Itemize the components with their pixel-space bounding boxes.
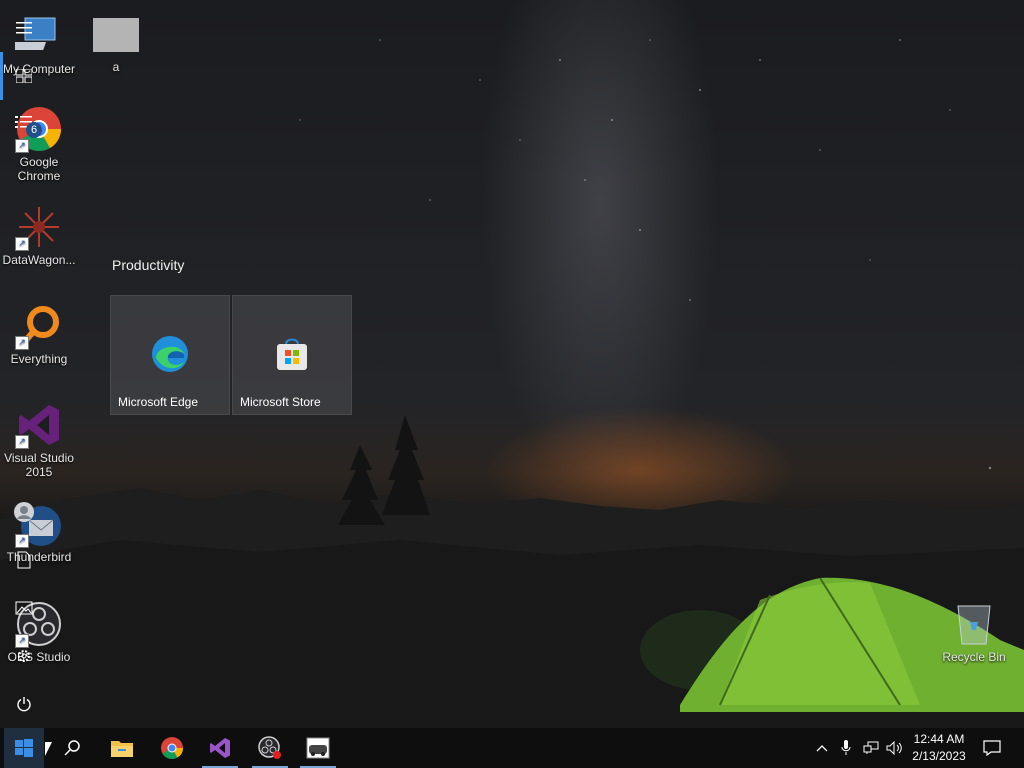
taskbar-clock[interactable]: 12:44 AM 2/13/2023: [904, 731, 974, 765]
tile-label: Microsoft Store: [240, 395, 321, 409]
action-center-button[interactable]: [978, 728, 1006, 768]
notification-badge: 6: [26, 122, 42, 138]
desktop-icon-recycle-bin[interactable]: Recycle Bin: [936, 600, 1012, 664]
taskbar-app[interactable]: [298, 728, 338, 768]
recycle-bin-icon: [950, 600, 998, 648]
file-explorer-icon: [111, 741, 133, 757]
speaker-icon: [886, 741, 902, 755]
documents-button[interactable]: [0, 538, 48, 582]
gear-icon: [18, 650, 30, 662]
pictures-button[interactable]: [0, 586, 48, 630]
search-icon: [64, 740, 80, 756]
settings-button[interactable]: [0, 634, 48, 678]
document-icon: [17, 551, 31, 569]
chevron-up-icon: [816, 745, 828, 752]
clock-time: 12:44 AM: [913, 732, 965, 746]
start-button[interactable]: [4, 728, 44, 768]
desktop-icon-label: a: [112, 60, 120, 74]
start-menu-rail: 6: [0, 0, 48, 728]
tiles-icon: [16, 69, 32, 83]
notification-icon: [983, 740, 1001, 756]
desktop-icon-a[interactable]: a: [78, 12, 154, 74]
tile-group-title[interactable]: Productivity: [112, 257, 184, 273]
taskbar-file-explorer[interactable]: [102, 728, 142, 768]
power-button[interactable]: [0, 682, 48, 726]
taskbar: 12:44 AM 2/13/2023: [0, 728, 1024, 768]
tiles-view-button[interactable]: [0, 54, 48, 98]
power-icon: [17, 697, 31, 712]
taskbar-chrome[interactable]: [152, 728, 192, 768]
file-icon: [93, 18, 139, 52]
clock-date: 2/13/2023: [912, 749, 966, 763]
chrome-icon: [161, 737, 183, 759]
network-icon: [863, 741, 879, 754]
account-button[interactable]: [0, 490, 48, 534]
mouse-cursor: [45, 742, 52, 756]
hamburger-icon: [16, 22, 32, 34]
user-avatar-icon: [14, 502, 34, 522]
network-button[interactable]: [860, 728, 882, 768]
store-icon: [272, 334, 312, 374]
tile-microsoft-store[interactable]: Microsoft Store: [232, 295, 352, 415]
tile-label: Microsoft Edge: [118, 395, 199, 409]
taskbar-visual-studio[interactable]: [200, 728, 240, 768]
pictures-icon: [15, 601, 33, 615]
volume-button[interactable]: [884, 728, 906, 768]
edge-icon: [150, 334, 190, 374]
microphone-icon: [841, 740, 851, 755]
visual-studio-icon: [210, 738, 230, 758]
obs-icon: [258, 736, 281, 759]
all-apps-button[interactable]: 6: [0, 100, 48, 144]
microphone-button[interactable]: [836, 728, 856, 768]
windows-logo-icon: [15, 739, 33, 757]
app-icon: [306, 737, 330, 759]
show-hidden-icons-button[interactable]: [812, 728, 832, 768]
desktop-icon-label: Recycle Bin: [942, 650, 1006, 664]
taskbar-obs[interactable]: [250, 728, 290, 768]
tile-microsoft-edge[interactable]: Microsoft Edge: [110, 295, 230, 415]
search-button[interactable]: [52, 728, 92, 768]
hamburger-menu-button[interactable]: [0, 6, 48, 50]
